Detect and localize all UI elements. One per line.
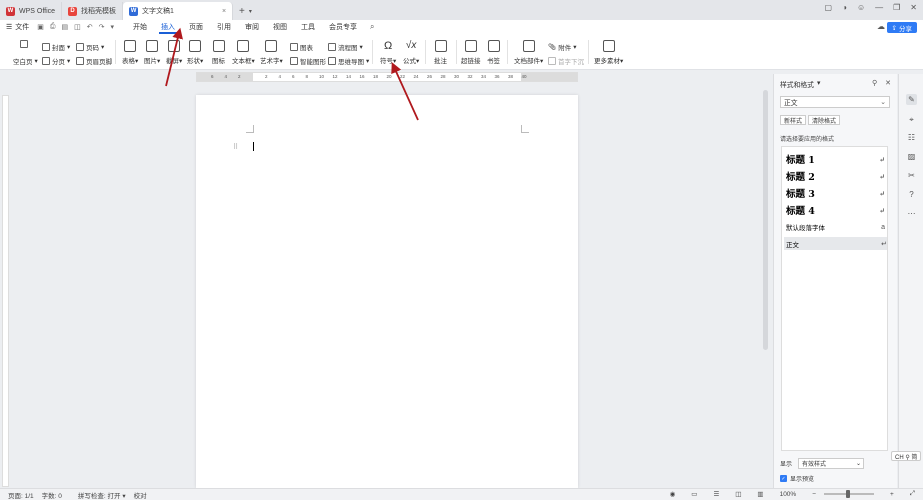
annotation-arrows (165, 27, 419, 121)
arrow-to-symbol-button (391, 62, 419, 121)
arrow-to-insert-tab (165, 27, 183, 87)
